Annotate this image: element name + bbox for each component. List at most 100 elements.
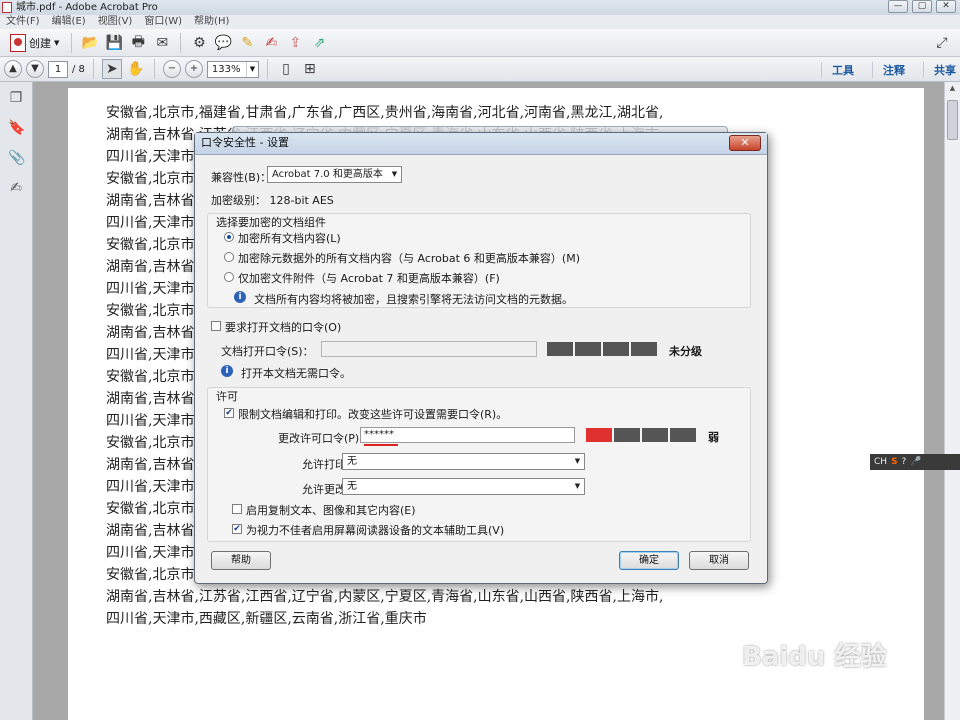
toolbar-divider [92,59,94,79]
fit-page-icon[interactable]: ▯ [276,59,296,79]
fit-width-icon[interactable]: ⊞ [300,59,320,79]
open-folder-icon[interactable]: 📂 [80,33,100,53]
share-doc-icon[interactable]: ⇗ [309,33,329,53]
require-open-password-checkbox[interactable] [211,321,221,331]
info-icon: i [221,365,233,377]
chevron-down-icon: ▼ [391,170,398,178]
permission-password-strength-meter [586,428,696,442]
zoom-in-icon[interactable]: + [184,60,203,78]
ime-toolbar: CH S ? 🎤 [870,454,960,470]
help-button[interactable]: 帮助 [211,551,271,570]
restrict-editing-label[interactable]: 限制文档编辑和打印。改变这些许可设置需要口令(R)。 [238,406,507,422]
scroll-thumb[interactable] [947,100,958,140]
toolbar-divider [153,59,155,79]
vertical-scrollbar[interactable]: ▲ [944,82,960,720]
menu-window[interactable]: 窗口(W) [144,15,182,29]
accessibility-checkbox[interactable]: ✔ [232,524,242,534]
ime-mic-icon[interactable]: 🎤 [910,454,921,470]
radio-encrypt-except-metadata[interactable] [224,252,234,262]
enable-copy-label[interactable]: 启用复制文本、图像和其它内容(E) [246,502,416,518]
sign-icon[interactable]: ✍ [261,33,281,53]
highlight-icon[interactable]: ✎ [237,33,257,53]
main-toolbar: 创建 ▼ 📂 💾 🖶 ✉ ⚙ 💬 ✎ ✍ ⇪ ⇗ ⤢ [0,29,960,57]
change-password-value: ****** [364,429,394,440]
compat-value: Acrobat 7.0 和更高版本 [272,169,383,180]
tools-pane-button[interactable]: 工具 [821,61,854,78]
require-open-password-label[interactable]: 要求打开文档的口令(O) [225,319,341,335]
minimize-button[interactable]: — [888,0,908,13]
maximize-button[interactable]: ▢ [912,0,932,13]
restrict-editing-checkbox[interactable]: ✔ [224,408,234,418]
page-text-line: 四川省,天津市,西藏区,新疆区,云南省,浙江省,重庆市 [106,611,427,627]
ok-button[interactable]: 确定 [619,551,679,570]
watermark-logo: Baidu 经验 [742,642,887,672]
bookmark-icon[interactable]: 🔖 [8,120,25,136]
expand-icon[interactable]: ⤢ [932,33,952,53]
pages-thumbnail-icon[interactable]: ❐ [8,90,24,106]
menu-file[interactable]: 文件(F) [6,15,40,29]
allow-change-value: 无 [347,481,357,492]
chevron-down-icon: ▼ [245,61,258,77]
allow-change-select[interactable]: 无 ▼ [342,478,585,495]
gear-icon[interactable]: ⚙ [189,33,209,53]
radio-encrypt-all[interactable] [224,232,234,242]
signature-icon[interactable]: ✍ [8,180,24,196]
save-icon[interactable]: 💾 [104,33,124,53]
scroll-up-icon[interactable]: ▲ [945,84,960,98]
attachment-icon[interactable]: 📎 [8,150,25,166]
enable-copy-checkbox[interactable] [232,504,242,514]
share-pane-button[interactable]: 共享 [923,61,956,78]
next-page-icon[interactable]: ▼ [26,60,44,78]
zoom-out-icon[interactable]: − [162,60,181,78]
allow-print-select[interactable]: 无 ▼ [342,453,585,470]
create-pdf-icon [10,33,26,52]
permissions-title: 许可 [216,390,238,403]
zoom-value: 133% [211,63,241,75]
prev-page-icon[interactable]: ▲ [4,60,22,78]
close-window-button[interactable]: ✕ [936,0,956,13]
compat-select[interactable]: Acrobat 7.0 和更高版本 ▼ [267,166,402,183]
change-password-label: 更改许可口令(P)： [278,432,371,445]
create-label: 创建 [29,36,51,50]
page-text-line: 安徽省,北京市,福建省,甘肃省,广东省,广西区,贵州省,海南省,河北省,河南省,… [106,105,664,121]
open-password-strength: 未分级 [669,345,702,358]
menu-view[interactable]: 视图(V) [98,15,133,29]
radio-encrypt-all-label[interactable]: 加密所有文档内容(L) [238,230,341,246]
task-panes: 工具 注释 共享 [821,57,956,82]
hand-tool-icon[interactable]: ✋ [126,59,146,79]
left-navigation-pane: ❐ 🔖 📎 ✍ [0,82,33,720]
ime-language-icon[interactable]: CH [874,454,887,470]
dialog-close-button[interactable]: ✕ [729,135,761,151]
change-password-input[interactable]: ****** [360,427,575,443]
encrypt-info-text: 文档所有内容均将被加密，且搜索引擎将无法访问文档的元数据。 [254,293,573,306]
accessibility-label[interactable]: 为视力不佳者启用屏幕阅读器设备的文本辅助工具(V) [246,522,504,538]
comment-bubble-icon[interactable]: 💬 [213,33,233,53]
email-icon[interactable]: ✉ [152,33,172,53]
radio-attachments-label[interactable]: 仅加密文件附件（与 Acrobat 7 和更高版本兼容）(F) [238,270,500,286]
export-icon[interactable]: ⇪ [285,33,305,53]
select-cursor-icon[interactable]: ➤ [101,59,122,79]
window-controls: — ▢ ✕ [888,0,956,13]
radio-encrypt-attachments[interactable] [224,272,234,282]
print-icon[interactable]: 🖶 [128,33,148,53]
red-underline-annotation [364,444,398,446]
zoom-level-select[interactable]: 133% ▼ [206,60,259,78]
menu-bar: 文件(F) 编辑(E) 视图(V) 窗口(W) 帮助(H) [0,15,960,29]
ime-logo-icon[interactable]: S [891,454,897,470]
menu-help[interactable]: 帮助(H) [194,15,229,29]
create-button[interactable]: 创建 ▼ [6,33,63,53]
allow-print-value: 无 [347,456,357,467]
info-icon: i [234,291,246,303]
window-title: 城市.pdf - Adobe Acrobat Pro [16,2,158,13]
compat-label: 兼容性(B)： [211,171,272,184]
ime-help-icon[interactable]: ? [902,454,907,470]
comment-pane-button[interactable]: 注释 [872,61,905,78]
radio-except-metadata-label[interactable]: 加密除元数据外的所有文档内容（与 Acrobat 6 和更高版本兼容）(M) [238,250,580,266]
open-password-input[interactable] [321,341,537,357]
menu-edit[interactable]: 编辑(E) [52,15,86,29]
cancel-button[interactable]: 取消 [689,551,749,570]
page-number-input[interactable]: 1 [48,60,68,78]
page-text-line: 湖南省,吉林省,江苏省,江西省,辽宁省,内蒙区,宁夏区,青海省,山东省,山西省,… [106,589,664,605]
encrypt-components-group: 选择要加密的文档组件 加密所有文档内容(L) 加密除元数据外的所有文档内容（与 … [207,213,751,308]
navigation-toolbar: ▲ ▼ 1 / 8 ➤ ✋ − + 133% ▼ ▯ ⊞ [0,57,960,82]
